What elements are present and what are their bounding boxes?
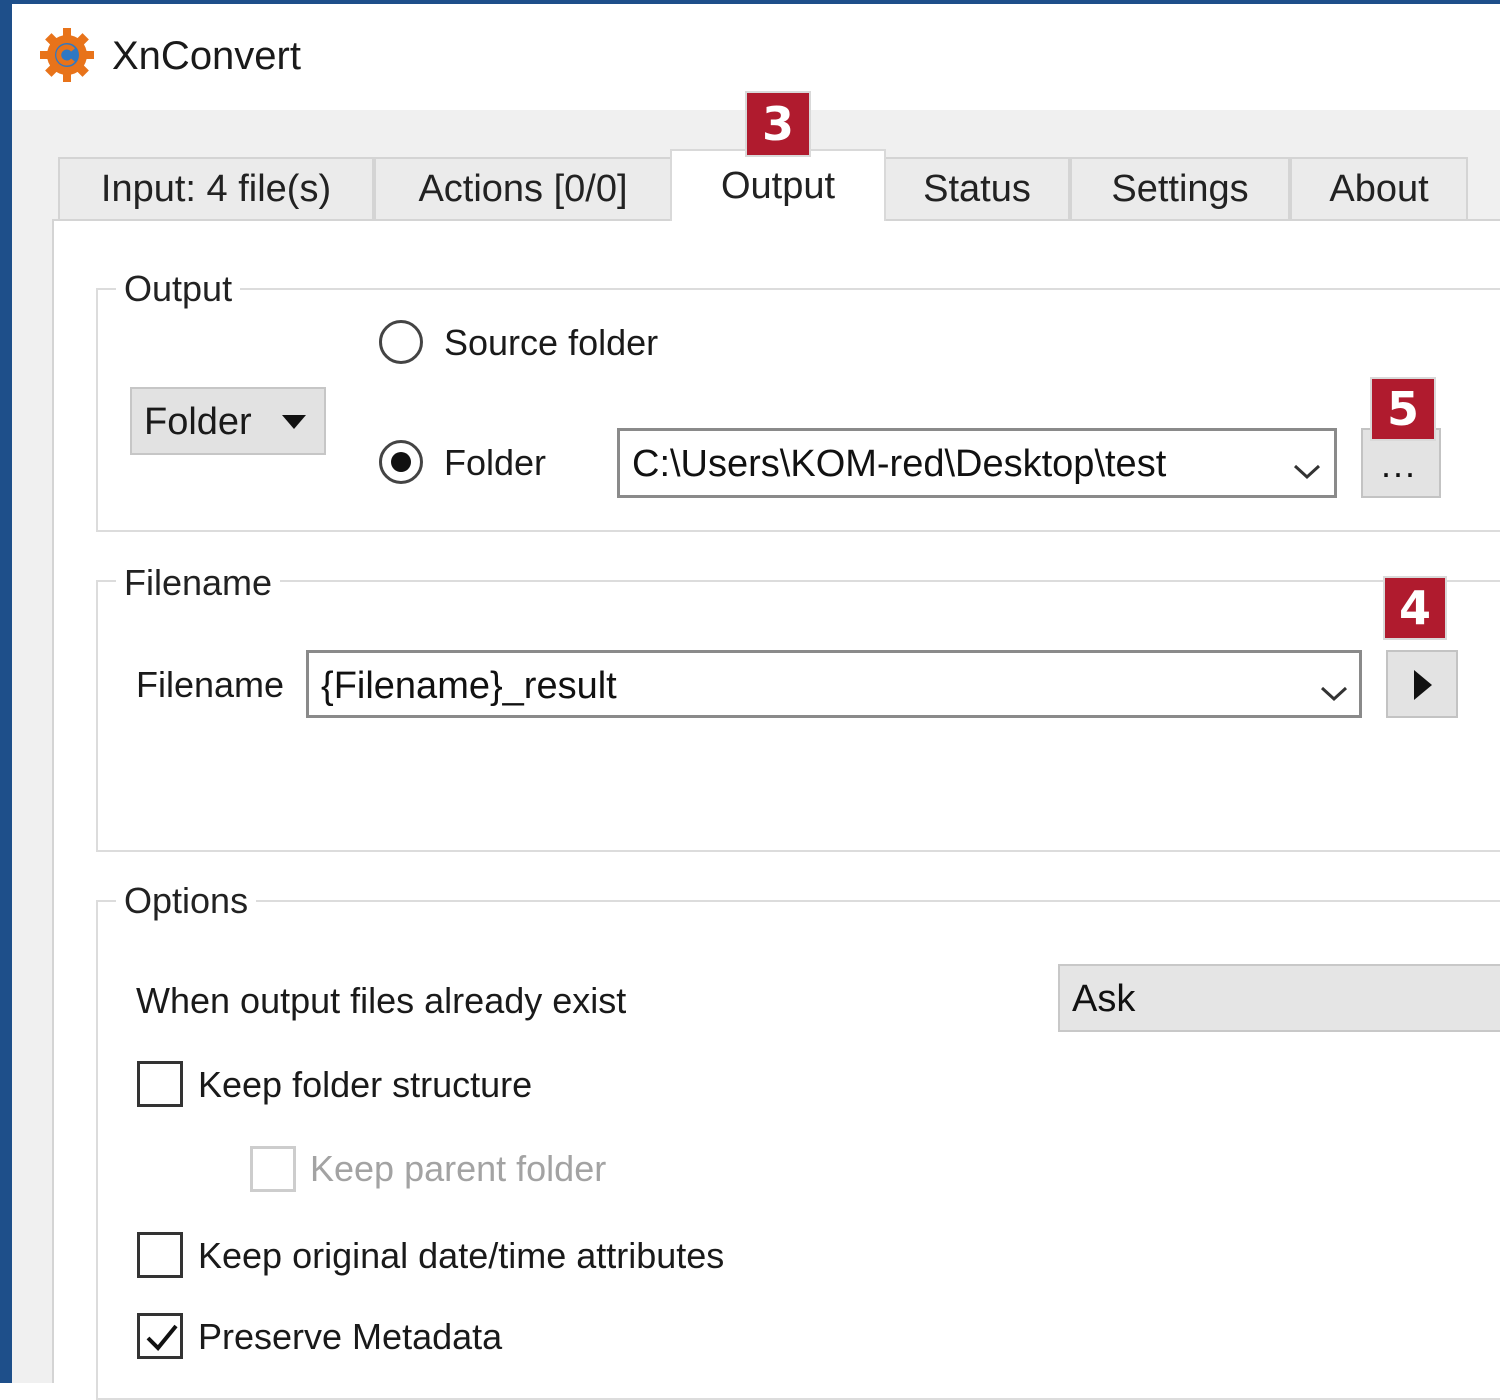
- output-folder-path-combo[interactable]: C:\Users\KOM-red\Desktop\test: [617, 428, 1337, 498]
- folder-radio-label[interactable]: Folder: [444, 442, 546, 484]
- filename-pattern-value: {Filename}_result: [321, 665, 617, 707]
- callout-badge-5: 5: [1370, 377, 1436, 441]
- output-folder-path: C:\Users\KOM-red\Desktop\test: [632, 443, 1167, 485]
- when-exists-label: When output files already exist: [136, 980, 627, 1021]
- chevron-down-icon: [1292, 449, 1322, 492]
- window-border-left: [0, 0, 12, 1383]
- browse-button-label: ...: [1381, 444, 1418, 485]
- window-title: XnConvert: [112, 34, 301, 78]
- filename-insert-menu-button[interactable]: [1386, 650, 1458, 718]
- chevron-down-icon: [1319, 671, 1349, 714]
- keep-original-date-label[interactable]: Keep original date/time attributes: [198, 1235, 724, 1277]
- when-exists-value: Ask: [1072, 978, 1136, 1020]
- filename-group-title: Filename: [116, 562, 281, 604]
- tab-settings[interactable]: Settings: [1070, 157, 1290, 219]
- keep-parent-folder-checkbox[interactable]: [250, 1146, 296, 1192]
- source-folder-radio[interactable]: [379, 320, 423, 364]
- keep-parent-folder-label[interactable]: Keep parent folder: [310, 1148, 606, 1190]
- keep-folder-structure-checkbox[interactable]: [137, 1061, 183, 1107]
- tab-about[interactable]: About: [1290, 157, 1468, 219]
- folder-radio[interactable]: [379, 440, 423, 484]
- dropdown-arrow-icon: [282, 415, 306, 429]
- tab-input[interactable]: Input: 4 file(s): [58, 157, 374, 219]
- when-exists-select[interactable]: Ask: [1058, 964, 1500, 1032]
- source-folder-label[interactable]: Source folder: [444, 322, 658, 364]
- callout-badge-3: 3: [745, 91, 811, 157]
- filename-label: Filename: [136, 664, 285, 705]
- destination-type-value: Folder: [144, 401, 252, 443]
- play-arrow-icon: [1412, 668, 1434, 707]
- xnconvert-logo-icon: [38, 26, 96, 84]
- preserve-metadata-label[interactable]: Preserve Metadata: [198, 1316, 502, 1358]
- keep-folder-structure-label[interactable]: Keep folder structure: [198, 1064, 532, 1106]
- callout-badge-4: 4: [1383, 576, 1447, 640]
- tab-output[interactable]: Output: [670, 149, 886, 221]
- filename-pattern-combo[interactable]: {Filename}_result: [306, 650, 1362, 718]
- destination-type-dropdown[interactable]: Folder: [130, 387, 326, 455]
- output-group-title: Output: [116, 268, 241, 310]
- tab-actions[interactable]: Actions [0/0]: [374, 157, 672, 219]
- keep-original-date-checkbox[interactable]: [137, 1232, 183, 1278]
- options-group-title: Options: [116, 880, 257, 922]
- tab-status[interactable]: Status: [884, 157, 1070, 219]
- preserve-metadata-checkbox[interactable]: [137, 1313, 183, 1359]
- checkmark-icon: [146, 1324, 178, 1351]
